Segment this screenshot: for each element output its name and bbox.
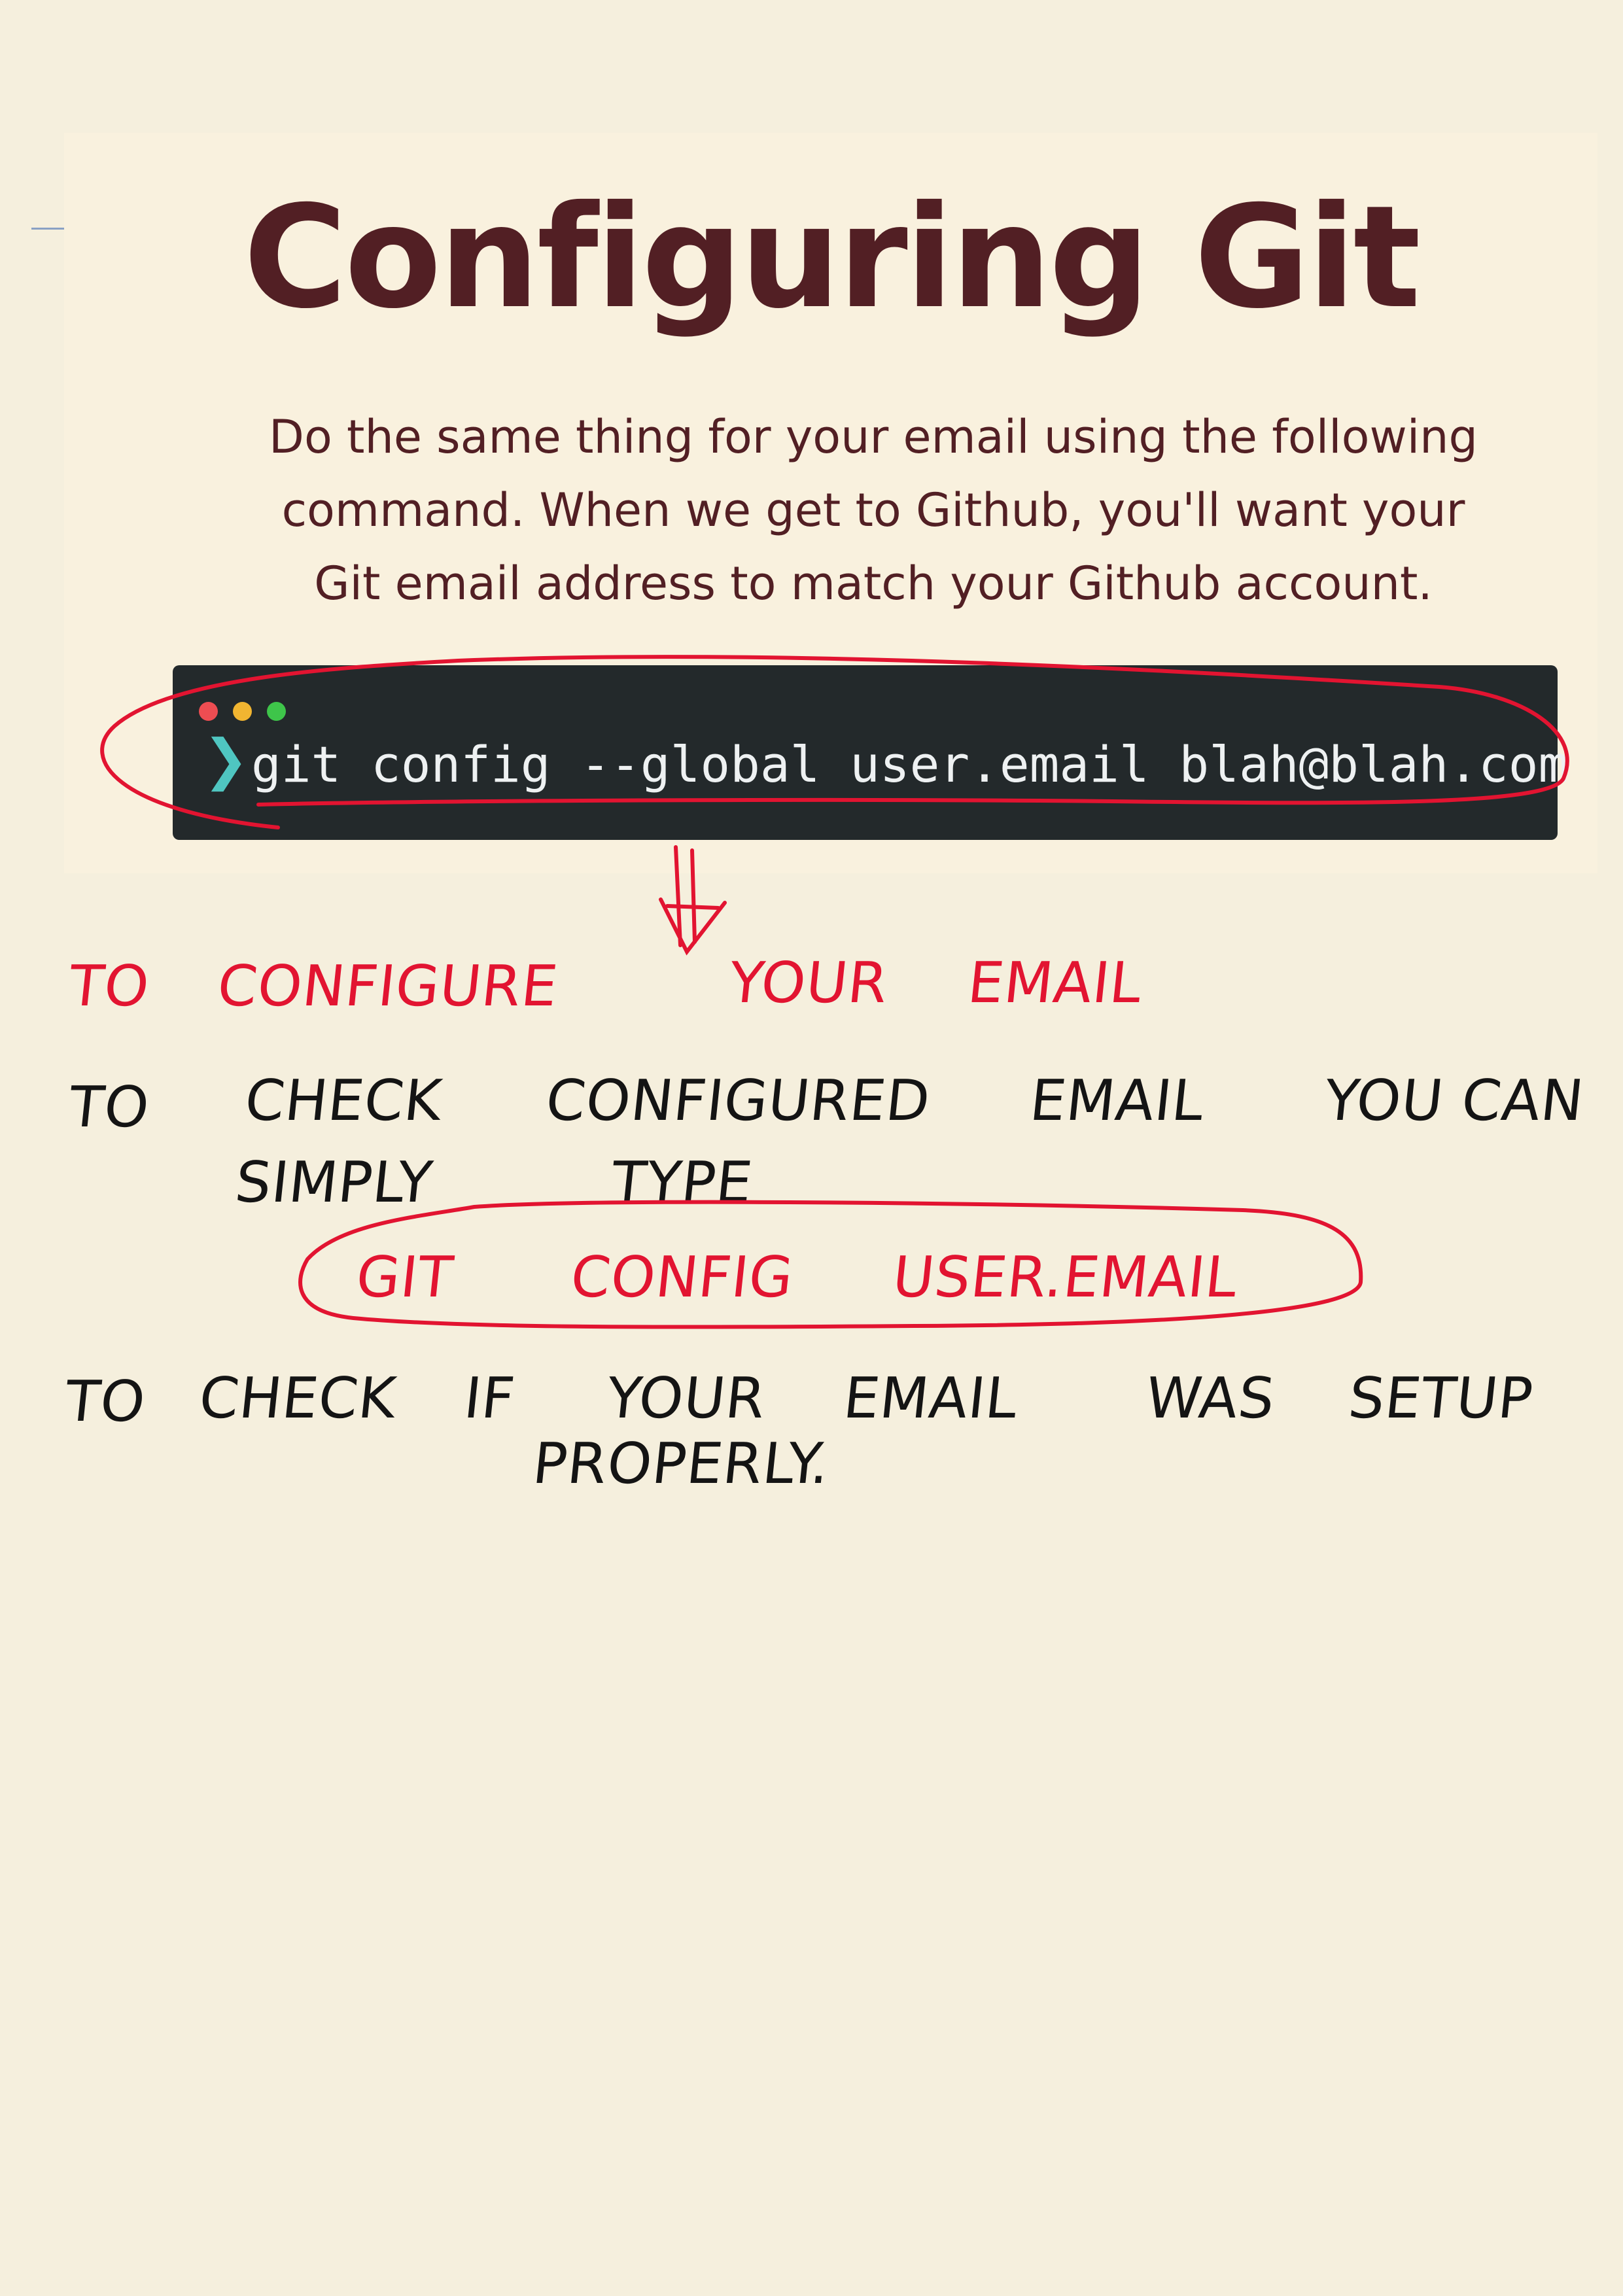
note-word: TYPE	[608, 1150, 756, 1215]
minimize-dot-icon	[233, 702, 252, 721]
maximize-dot-icon	[267, 702, 286, 721]
note-word: CONFIGURE	[214, 954, 561, 1019]
close-dot-icon	[199, 702, 218, 721]
note-word: YOU CAN	[1321, 1068, 1588, 1134]
note-word: PROPERLY.	[529, 1431, 833, 1497]
note-word: WAS	[1142, 1366, 1279, 1431]
note-word: CONFIGURED	[542, 1068, 934, 1134]
note-word: USER.EMAIL	[889, 1245, 1241, 1310]
terminal-command: git config --global user.email blah@blah…	[251, 735, 1569, 793]
note-word: EMAIL	[964, 950, 1145, 1016]
note-word: GIT	[353, 1245, 457, 1310]
slide-title: Configuring Git	[243, 175, 1421, 339]
note-word: CHECK	[196, 1366, 400, 1431]
note-word: YOUR	[603, 1366, 769, 1431]
note-word: SIMPLY	[232, 1150, 436, 1215]
note-word: YOUR	[725, 950, 892, 1016]
note-word: TO	[65, 954, 153, 1019]
note-word: EMAIL	[840, 1366, 1021, 1431]
margin-ruler-mark	[31, 228, 64, 230]
note-word: EMAIL	[1026, 1068, 1208, 1134]
note-word: TO	[61, 1369, 149, 1435]
slide-text-line: Git email address to match your Github a…	[314, 557, 1433, 610]
slide-text-line: command. When we get to Github, you'll w…	[281, 483, 1465, 537]
note-word: CHECK	[241, 1068, 445, 1134]
chevron-right-icon: ❯	[203, 727, 249, 791]
note-word: TO	[65, 1075, 153, 1140]
slide-text-line: Do the same thing for your email using t…	[269, 410, 1478, 464]
terminal-window: ❯ git config --global user.email blah@bl…	[173, 665, 1568, 840]
note-word: SETUP	[1345, 1366, 1537, 1431]
note-word: CONFIG	[567, 1245, 797, 1310]
note-word: IF	[461, 1366, 519, 1431]
slide-paragraph: Do the same thing for your email using t…	[170, 400, 1577, 620]
